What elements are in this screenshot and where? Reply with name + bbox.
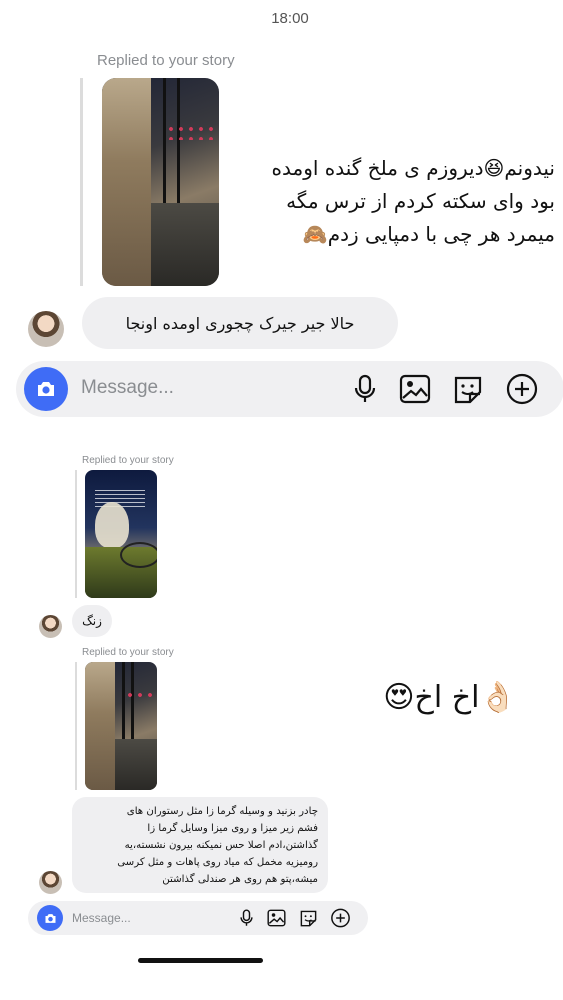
story-reaction-caption: 😍اخ اخ👌🏻 xyxy=(383,680,517,715)
message-bubble[interactable]: حالا جیر جیرک چجوری اومده اونجا xyxy=(82,297,398,349)
replied-to-story-label: Replied to your story xyxy=(97,52,235,69)
avatar[interactable] xyxy=(39,871,62,894)
replied-to-story-label: Replied to your story xyxy=(82,647,174,658)
plus-icon[interactable] xyxy=(330,908,351,928)
reply-quote-bar xyxy=(80,78,83,286)
avatar[interactable] xyxy=(28,311,64,347)
sticker-icon[interactable] xyxy=(452,374,484,404)
avatar[interactable] xyxy=(39,615,62,638)
story-caption: نیدونم😆دیروزم ی ملخ گنده اومده بود وای س… xyxy=(271,156,555,246)
camera-button[interactable] xyxy=(24,367,68,411)
plus-icon[interactable] xyxy=(505,373,539,405)
message-bubble[interactable]: زنگ xyxy=(72,605,112,637)
story-thumbnail[interactable] xyxy=(85,662,157,790)
message-bubble[interactable]: چادر بزنید و وسیله گرما زا مثل رستوران ه… xyxy=(72,797,328,893)
microphone-icon[interactable] xyxy=(351,374,379,404)
message-input[interactable]: Message... xyxy=(72,911,131,925)
sticker-icon[interactable] xyxy=(299,909,318,927)
message-composer: Message... xyxy=(16,361,563,417)
reply-quote-bar xyxy=(75,662,77,790)
microphone-icon[interactable] xyxy=(238,909,255,927)
story-thumbnail[interactable] xyxy=(85,470,157,598)
gallery-icon[interactable] xyxy=(267,909,286,927)
replied-to-story-label: Replied to your story xyxy=(82,455,174,466)
gallery-icon[interactable] xyxy=(399,374,431,404)
reply-quote-bar xyxy=(75,470,77,598)
camera-icon xyxy=(43,911,58,926)
story-thumbnail[interactable] xyxy=(102,78,219,286)
camera-icon xyxy=(34,377,58,401)
status-time: 18:00 xyxy=(271,10,309,27)
home-indicator[interactable] xyxy=(138,958,263,963)
message-input[interactable]: Message... xyxy=(81,377,174,399)
message-composer: Message... xyxy=(28,901,368,935)
camera-button[interactable] xyxy=(37,905,63,931)
